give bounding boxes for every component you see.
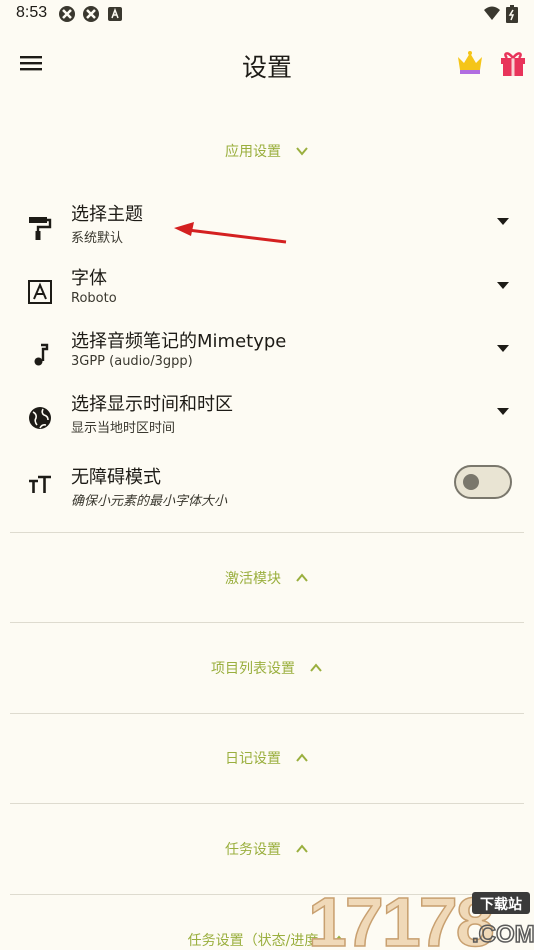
watermark-domain: .COM [472, 921, 534, 948]
music-note-icon [34, 343, 49, 366]
dropdown-arrow-icon[interactable] [496, 216, 510, 226]
section-label: 日记设置 [225, 751, 281, 767]
text-size-icon [29, 475, 51, 493]
font-icon [28, 280, 52, 304]
watermark-tag: 下载站 [480, 896, 522, 913]
section-label: 应用设置 [225, 144, 281, 160]
section-label: 任务设置 [225, 842, 281, 858]
setting-font[interactable]: 字体 Roboto [0, 264, 534, 326]
section-diary-settings[interactable]: 日记设置 [0, 738, 534, 778]
status-time: 8:53 [16, 4, 48, 21]
divider [10, 622, 524, 623]
setting-title: 选择显示时间和时区 [71, 394, 233, 415]
section-project-list-settings[interactable]: 项目列表设置 [0, 648, 534, 688]
battery-icon [506, 5, 518, 23]
divider [10, 532, 524, 533]
page-title: 设置 [241, 53, 292, 82]
section-label: 任务设置（状态/进度 [187, 933, 319, 949]
setting-timezone[interactable]: 选择显示时间和时区 显示当地时区时间 [0, 390, 534, 452]
chevron-up-icon [296, 753, 308, 762]
accessibility-toggle[interactable] [454, 465, 512, 499]
setting-subtitle: 确保小元素的最小字体大小 [71, 494, 228, 509]
status-bar: 8:53 [0, 0, 534, 28]
setting-subtitle: 系统默认 [71, 231, 124, 246]
app-notification-icon [59, 6, 75, 22]
setting-audio-mimetype[interactable]: 选择音频笔记的Mimetype 3GPP (audio/3gpp) [0, 327, 534, 389]
watermark-logo: 17178 下载站 .COM [308, 884, 534, 950]
app-notification-icon [83, 6, 99, 22]
globe-icon [29, 407, 51, 429]
section-task-settings[interactable]: 任务设置 [0, 829, 534, 869]
dropdown-arrow-icon[interactable] [496, 343, 510, 353]
app-bar: 设置 [0, 28, 534, 100]
paint-roller-icon [29, 217, 52, 240]
gift-icon[interactable] [497, 46, 529, 78]
watermark-number: 17178 [308, 884, 493, 950]
section-activate-modules[interactable]: 激活模块 [0, 558, 534, 598]
setting-title: 字体 [71, 268, 107, 289]
divider [10, 713, 524, 714]
crown-icon[interactable] [455, 48, 485, 78]
setting-subtitle: 3GPP (audio/3gpp) [71, 354, 193, 369]
section-label: 项目列表设置 [211, 661, 295, 677]
chevron-up-icon [310, 663, 322, 672]
a-icon [108, 7, 122, 21]
setting-accessibility-mode[interactable]: 无障碍模式 确保小元素的最小字体大小 [0, 463, 534, 525]
toggle-knob [463, 474, 479, 490]
section-label: 激活模块 [225, 571, 281, 587]
setting-title: 选择音频笔记的Mimetype [71, 331, 287, 352]
section-app-settings[interactable]: 应用设置 [0, 131, 534, 171]
setting-subtitle: 显示当地时区时间 [71, 421, 176, 436]
chevron-up-icon [296, 844, 308, 853]
dropdown-arrow-icon[interactable] [496, 280, 510, 290]
chevron-down-icon [296, 147, 308, 156]
setting-title: 选择主题 [71, 204, 143, 225]
setting-subtitle: Roboto [71, 291, 117, 306]
setting-title: 无障碍模式 [71, 467, 161, 488]
dropdown-arrow-icon[interactable] [496, 406, 510, 416]
wifi-icon [484, 6, 500, 20]
divider [10, 803, 524, 804]
chevron-up-icon [296, 573, 308, 582]
annotation-arrow-icon [174, 222, 287, 244]
